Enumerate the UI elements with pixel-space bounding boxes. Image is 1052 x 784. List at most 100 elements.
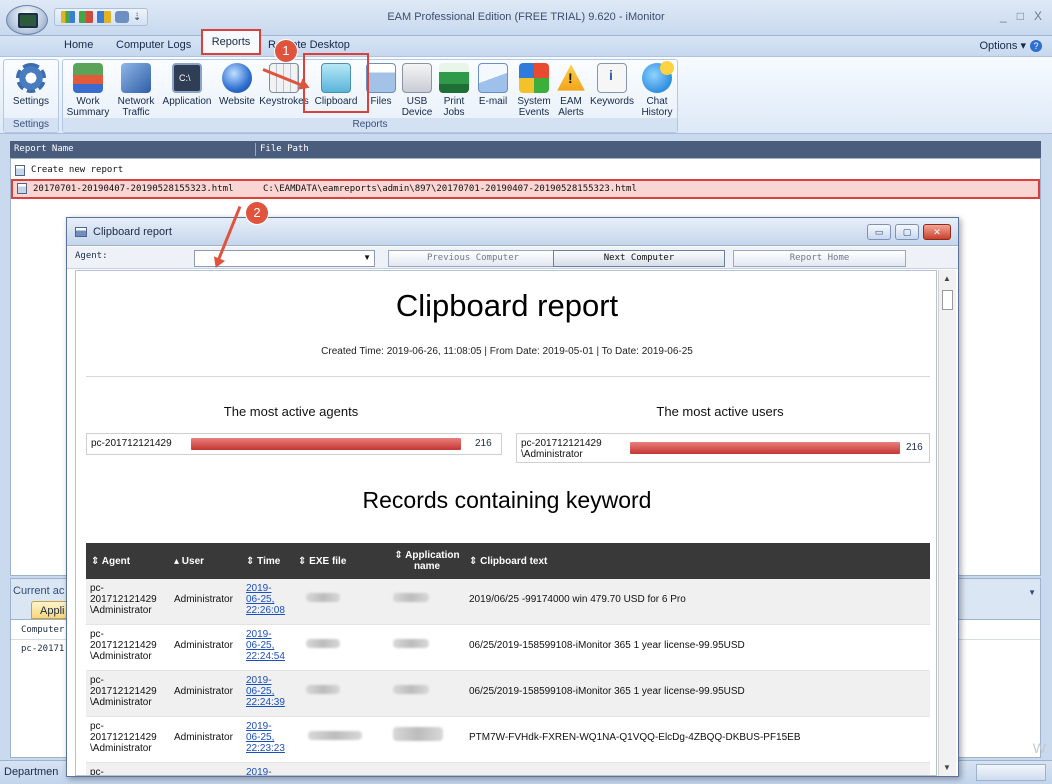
report-path: C:\EAMDATA\eamreports\admin\897\20170701…: [263, 184, 637, 194]
report-scrollbar[interactable]: ▲ ▼: [938, 270, 956, 776]
report-minimize-button[interactable]: ▭: [867, 224, 891, 240]
files-label: Files: [370, 96, 392, 107]
report-maximize-button[interactable]: ▢: [895, 224, 919, 240]
report-row-create[interactable]: Create new report: [11, 161, 1040, 179]
table-row: pc- 201712121429 \Administrator Administ…: [86, 625, 930, 671]
column-user[interactable]: ▴ User: [174, 556, 204, 567]
user-name: pc-201712121429 \Administrator: [521, 438, 602, 460]
table-row: pc- 201712121429 \Administrator Administ…: [86, 579, 930, 625]
panel-dropdown-icon[interactable]: ▼: [1028, 588, 1036, 597]
clipboard-report-window: Clipboard report ▭ ▢ ✕ Agent: Previous C…: [66, 217, 959, 777]
column-report-name[interactable]: Report Name: [14, 141, 74, 158]
email-icon: [478, 63, 508, 93]
zoom-control[interactable]: [976, 764, 1046, 781]
reports-group: Work Summary Network Traffic Application…: [62, 59, 678, 133]
row-clipboard-text: 06/25/2019-158599108-iMonitor 365 1 year…: [469, 686, 745, 697]
application-label: Application: [162, 96, 212, 107]
report-title: Clipboard report: [395, 288, 619, 323]
table-row: pc- 2019-: [86, 763, 930, 775]
report-content: Clipboard report Created Time: 2019-06-2…: [75, 270, 937, 776]
keywords-icon: [597, 63, 627, 93]
email-button[interactable]: E-mail: [473, 63, 513, 107]
agent-name: pc-201712121429: [91, 438, 172, 449]
scroll-thumb[interactable]: [942, 290, 953, 310]
eam-alerts-button[interactable]: EAM Alerts: [555, 63, 587, 118]
row-time-link[interactable]: 2019- 06-25, 22:23:23: [246, 721, 285, 754]
close-button[interactable]: X: [1034, 9, 1042, 23]
row-time-link[interactable]: 2019- 06-25, 22:26:08: [246, 583, 285, 616]
column-file-path[interactable]: File Path: [260, 141, 309, 158]
maximize-button[interactable]: □: [1017, 9, 1024, 23]
website-button[interactable]: Website: [215, 63, 259, 107]
annotation-badge-1: 1: [275, 40, 297, 62]
print-jobs-button[interactable]: Print Jobs: [437, 63, 471, 118]
chat-icon: [642, 61, 674, 93]
column-clipboard-text[interactable]: ⇕ Clipboard text: [469, 556, 547, 567]
chat-history-button[interactable]: Chat History: [637, 61, 677, 118]
scroll-down-icon[interactable]: ▼: [943, 763, 951, 772]
minimize-button[interactable]: _: [1000, 9, 1007, 23]
gear-icon: [16, 63, 46, 93]
column-time[interactable]: ⇕ Time: [246, 556, 280, 567]
usb-device-button[interactable]: USB Device: [399, 63, 435, 118]
ribbon-tabs: Home Computer Logs Remote Desktop Option…: [0, 36, 1052, 56]
work-summary-button[interactable]: Work Summary: [65, 63, 111, 118]
settings-group-label: Settings: [4, 118, 58, 132]
window-title: EAM Professional Edition (FREE TRIAL) 9.…: [387, 11, 665, 23]
options-label: Options: [979, 40, 1018, 52]
column-application-name[interactable]: ⇕ Application name: [389, 550, 465, 572]
files-button[interactable]: Files: [365, 63, 397, 107]
chat-history-label: Chat History: [641, 96, 673, 118]
tab-computer-logs[interactable]: Computer Logs: [116, 39, 191, 51]
tab-home[interactable]: Home: [64, 39, 93, 51]
report-meta: Created Time: 2019-06-26, 11:08:05 | Fro…: [321, 346, 693, 357]
settings-button[interactable]: Settings: [8, 63, 54, 107]
scroll-up-icon[interactable]: ▲: [943, 274, 951, 283]
usb-device-label: USB Device: [401, 96, 433, 118]
user-bar: [630, 442, 900, 454]
previous-computer-button[interactable]: Previous Computer: [388, 250, 558, 267]
row-clipboard-text: 06/25/2019-158599108-iMonitor 365 1 year…: [469, 640, 745, 651]
print-jobs-label: Print Jobs: [443, 96, 465, 118]
next-computer-button[interactable]: Next Computer: [553, 250, 725, 267]
usb-icon: [402, 63, 432, 93]
redacted-exe: [306, 639, 340, 648]
report-close-button[interactable]: ✕: [923, 224, 951, 240]
redacted-app: [393, 685, 429, 694]
redacted-app: [393, 593, 429, 602]
report-row-selected[interactable]: 20170701-20190407-20190528155323.html C:…: [11, 179, 1040, 199]
annotation-badge-2: 2: [246, 202, 268, 224]
most-active-agents-title: The most active agents: [223, 404, 359, 419]
agent-label: Agent:: [75, 251, 108, 261]
row-agent: pc- 201712121429 \Administrator: [90, 629, 157, 662]
website-label: Website: [219, 96, 255, 107]
work-summary-icon: [73, 63, 103, 93]
column-agent[interactable]: ⇕ Agent: [91, 556, 130, 567]
network-traffic-button[interactable]: Network Traffic: [113, 63, 159, 118]
system-events-button[interactable]: System Events: [513, 63, 555, 118]
application-button[interactable]: Application: [159, 63, 215, 107]
computer-value[interactable]: pc-20171: [21, 644, 64, 654]
row-time-link[interactable]: 2019-: [246, 767, 272, 775]
redacted-exe: [306, 593, 340, 602]
redacted-exe: [306, 685, 340, 694]
row-agent: pc- 201712121429 \Administrator: [90, 721, 157, 754]
window-icon: [75, 227, 87, 237]
report-list-header: Report Name File Path: [10, 141, 1041, 158]
column-divider[interactable]: [255, 143, 256, 156]
row-time-link[interactable]: 2019- 06-25, 22:24:54: [246, 629, 285, 662]
clipboard-highlight-box: [303, 53, 369, 113]
report-name: Create new report: [31, 165, 124, 175]
help-icon[interactable]: ?: [1030, 40, 1042, 52]
keywords-button[interactable]: Keywords: [589, 63, 635, 107]
report-home-button[interactable]: Report Home: [733, 250, 906, 267]
column-exe-file[interactable]: ⇕ EXE file: [298, 556, 346, 567]
keyword-section-title: Records containing keyword: [362, 487, 652, 513]
options-menu[interactable]: Options ▾?: [979, 39, 1042, 52]
tab-reports[interactable]: Reports: [201, 29, 261, 55]
eam-alerts-label: EAM Alerts: [558, 96, 584, 118]
user-count: 216: [906, 442, 923, 453]
website-globe-icon: [222, 63, 252, 93]
agent-bar: [191, 438, 461, 450]
row-time-link[interactable]: 2019- 06-25, 22:24:39: [246, 675, 285, 708]
